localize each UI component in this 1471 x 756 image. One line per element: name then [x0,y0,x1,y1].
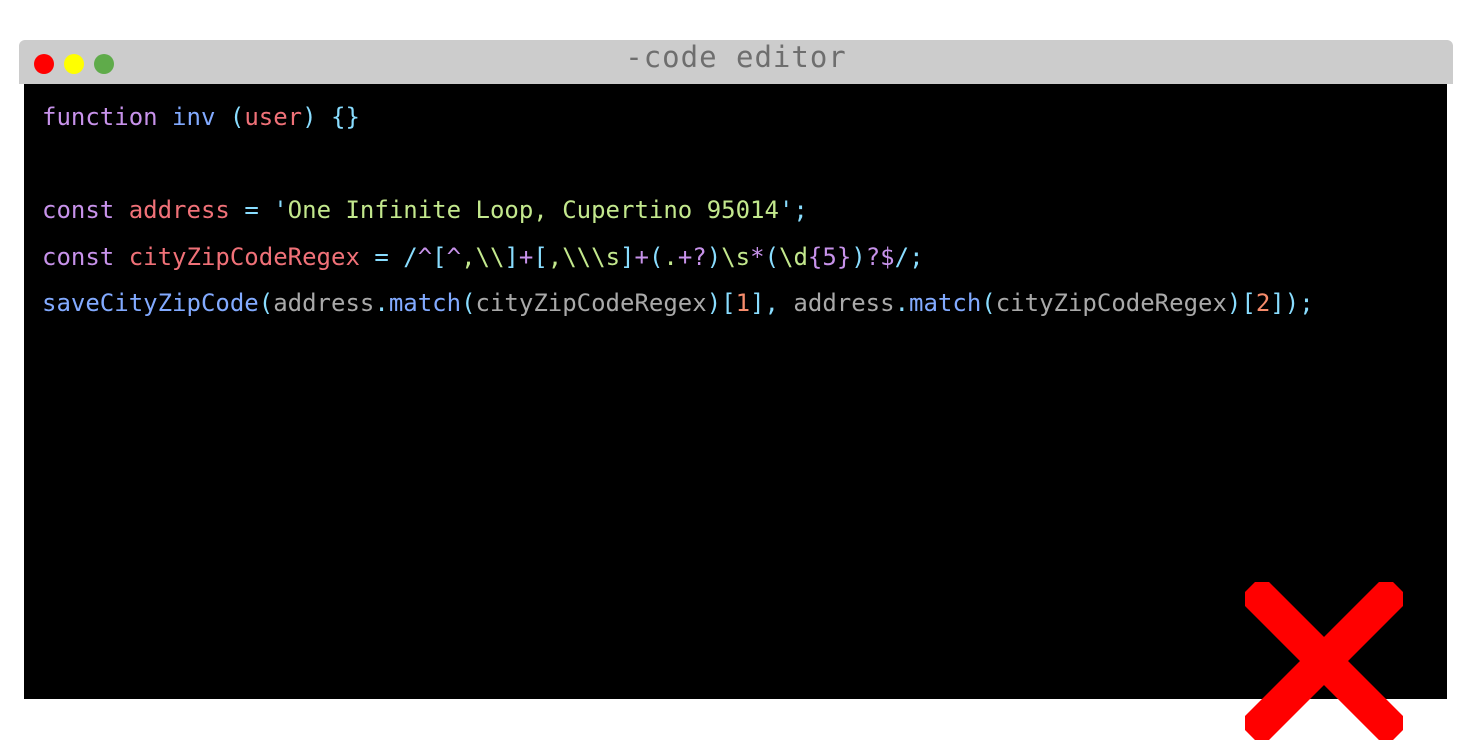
code-token: function [42,103,158,131]
code-token: ] [750,289,765,317]
code-token: [ [432,242,447,271]
code-token: One Infinite Loop, Cupertino 95014 [287,196,779,224]
code-token: const [42,196,115,224]
title-bar: -code editor [19,40,1453,84]
code-token: . [663,242,678,271]
code-token: ( [764,242,780,271]
code-token: ] [1270,289,1285,317]
code-token: ; [793,196,808,224]
code-token: ,\\ [461,242,505,271]
code-token: +? [677,242,707,271]
code-token: const [42,242,115,271]
code-token: [ [721,289,736,317]
code-token: ( [461,289,476,317]
window-title: -code editor [625,40,847,74]
code-token: ^ [446,242,462,271]
code-token: = [374,242,389,271]
code-token: / [403,242,418,271]
code-token: ( [229,103,245,131]
code-token: ( [981,289,996,317]
code-line: const address = 'One Infinite Loop, Cupe… [42,187,1314,234]
code-token: + [518,242,534,271]
code-token: . [374,289,389,317]
code-token: ] [504,242,519,271]
code-token: ) [302,103,317,131]
code-token: ?$ [865,242,895,271]
code-token: address [273,289,375,317]
code-token: ) [1284,289,1300,317]
code-area[interactable]: function inv (user) {} const address = '… [24,84,1447,699]
code-token: ] [620,242,635,271]
code-token: ; [909,242,924,271]
code-token: {5} [807,242,852,271]
code-line: const cityZipCodeRegex = /^[^,\\]+[,\\\s… [42,234,1314,281]
code-token: + [634,242,649,271]
cross-icon [1245,582,1403,740]
code-line: function inv (user) {} [42,94,1314,141]
code-token: {} [331,103,360,131]
code-token: address [128,196,230,224]
code-token: ( [648,242,664,271]
code-token: ) [706,242,722,271]
code-token: 2 [1255,289,1271,317]
code-token: . [894,289,910,317]
code-token: ) [1226,289,1242,317]
code-token: cityZipCodeRegex [995,289,1227,317]
code-token: , [764,289,779,317]
code-token: address [793,289,895,317]
code-token: ,\\\s [547,242,621,271]
code-content: function inv (user) {} const address = '… [42,94,1314,327]
code-token: [ [533,242,548,271]
code-token: = [244,196,259,224]
code-token: ) [851,242,866,271]
code-token: ' [273,196,288,224]
code-token: ( [258,289,274,317]
code-token: * [750,242,765,271]
code-token: match [909,289,982,317]
code-token: inv [172,103,216,131]
code-token: cityZipCodeRegex [128,242,360,271]
code-line: saveCityZipCode(address.match(cityZipCod… [42,280,1314,327]
code-token: match [388,289,462,317]
code-token: user [244,103,303,131]
code-token: ; [1299,289,1314,317]
code-token: saveCityZipCode [42,289,259,317]
code-token: cityZipCodeRegex [475,289,707,317]
code-token: ' [778,196,794,224]
code-token: / [894,242,910,271]
code-token: [ [1241,289,1256,317]
code-token: ^ [417,242,433,271]
code-token: 1 [735,289,751,317]
code-token: \d [779,242,808,271]
code-token: ) [706,289,722,317]
code-token: \s [721,242,751,271]
code-editor-window: -code editor function inv (user) {} cons… [19,40,1453,699]
